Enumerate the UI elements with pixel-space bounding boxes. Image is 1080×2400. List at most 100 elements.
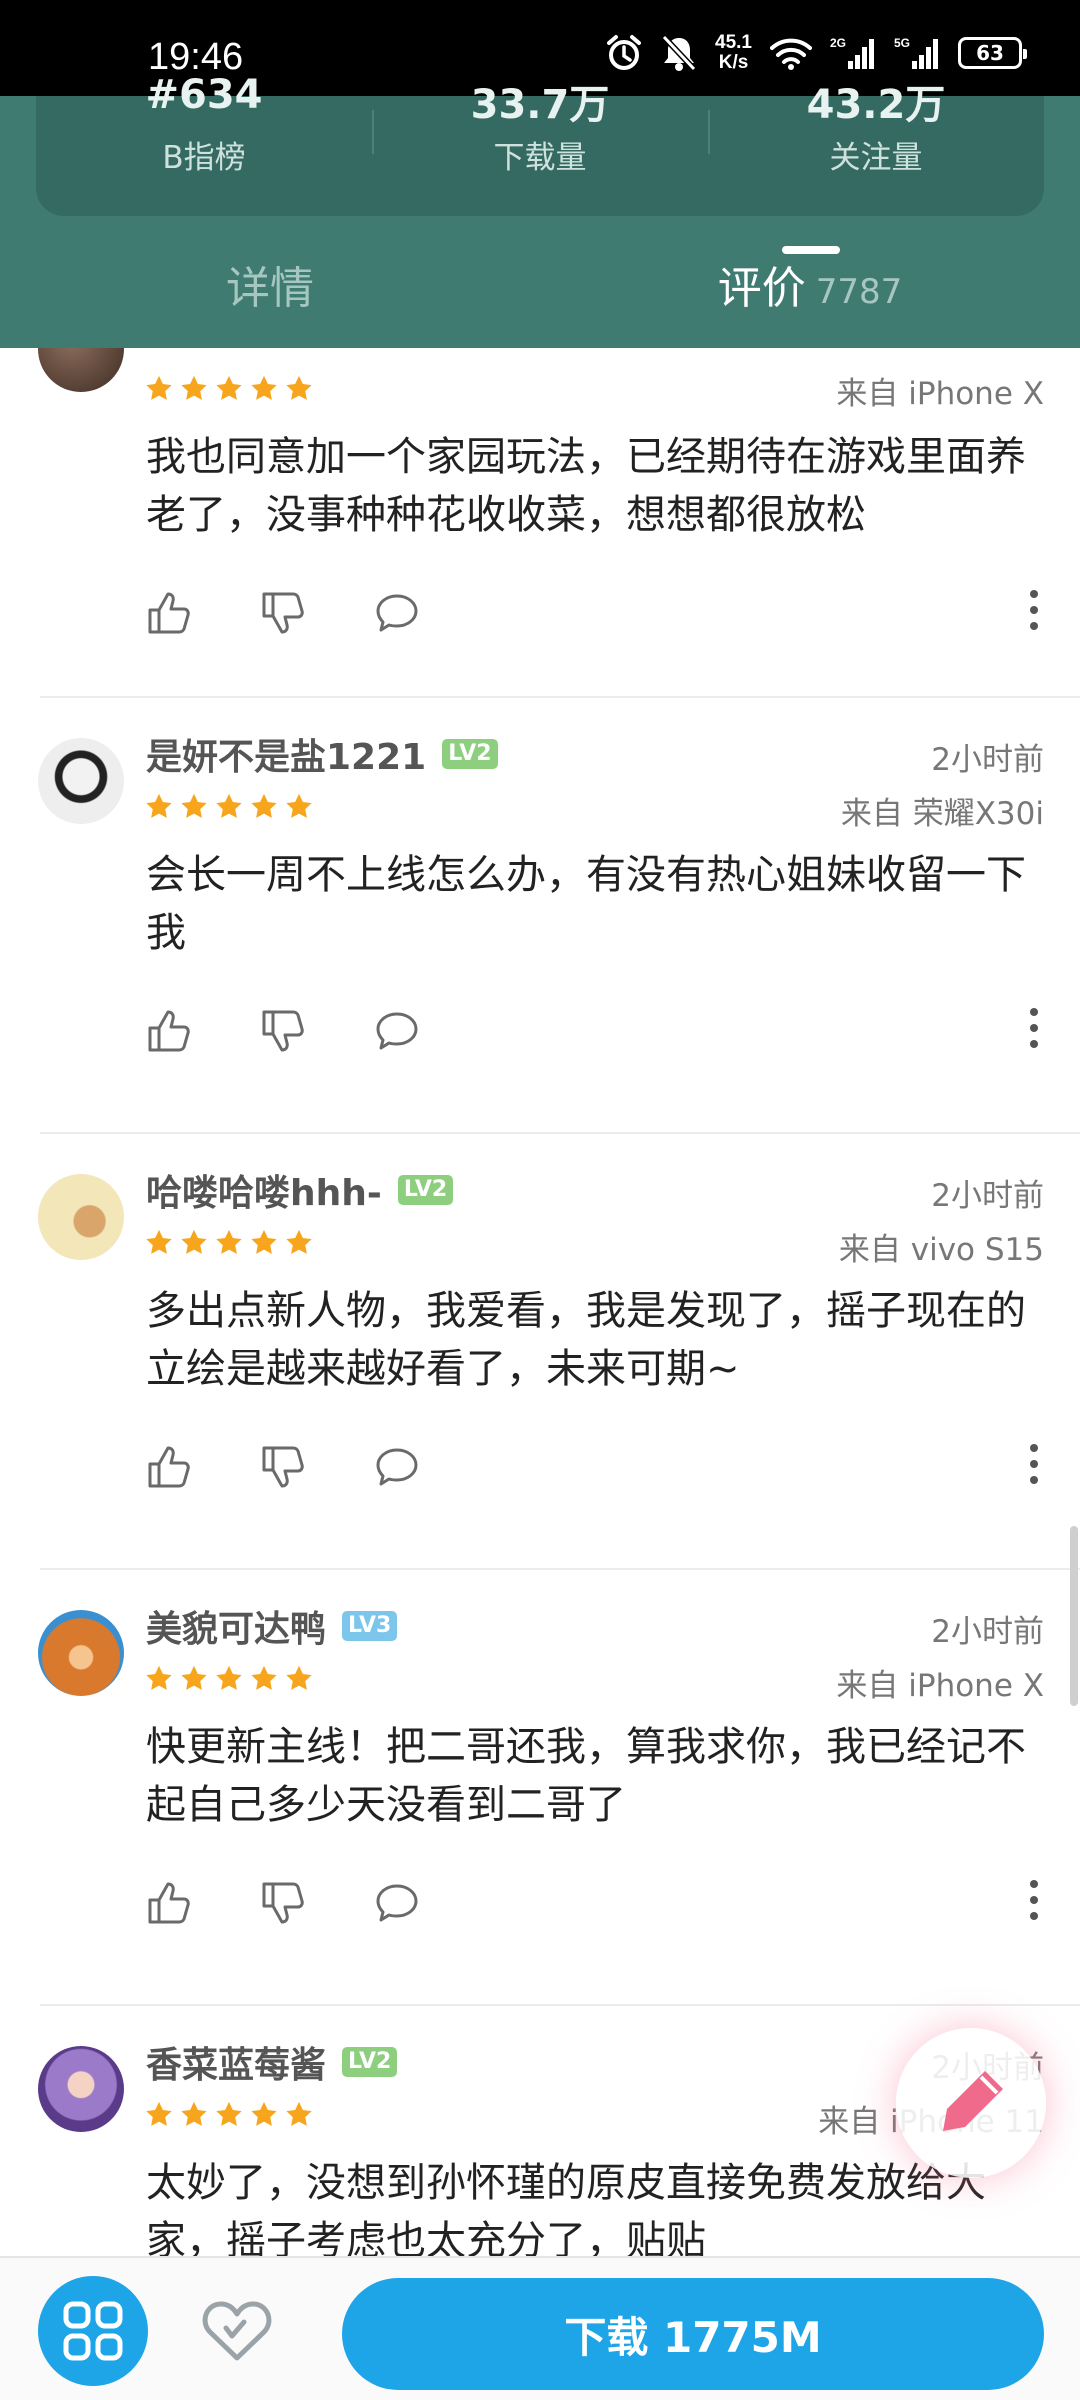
username-text: 是妍不是盐1221 xyxy=(146,737,427,778)
stat-label: 下载量 xyxy=(493,140,587,176)
thumb-up-icon[interactable] xyxy=(146,590,192,636)
tab-details-label: 详情 xyxy=(226,263,314,314)
stat-value: 33.7万 xyxy=(470,82,610,128)
stat-rank[interactable]: #634 B指榜 xyxy=(36,72,372,216)
stats-card: #634 B指榜 33.7万 下载量 43.2万 关注量 xyxy=(36,72,1044,216)
star-icon xyxy=(216,2101,242,2126)
review-actions xyxy=(146,1444,420,1490)
post-time: 2小时前 xyxy=(931,1614,1044,1650)
star-icon xyxy=(251,375,277,400)
star-icon xyxy=(251,2101,277,2126)
net-speed-unit: K/s xyxy=(718,52,749,73)
thumb-up-icon[interactable] xyxy=(146,1880,192,1926)
thumb-down-icon[interactable] xyxy=(260,1444,306,1490)
thumb-up-icon[interactable] xyxy=(146,1008,192,1054)
review-content[interactable]: 会长一周不上线怎么办，有没有热心姐妹收留一下我 xyxy=(146,846,1046,962)
tab-reviews-label: 评价 xyxy=(717,263,806,314)
write-review-button[interactable] xyxy=(896,2028,1046,2178)
grid-icon xyxy=(63,2301,123,2361)
edit-icon xyxy=(943,2071,1003,2131)
review-content[interactable]: 多出点新人物，我爱看，我是发现了，摇子现在的立绘是越来越好看了，未来可期~ xyxy=(146,1282,1046,1398)
download-button[interactable]: 下载 1775M xyxy=(342,2278,1044,2390)
more-icon[interactable] xyxy=(1030,1008,1038,1048)
avatar[interactable] xyxy=(38,2046,124,2132)
star-icon xyxy=(286,1665,312,1690)
app-header: #634 B指榜 33.7万 下载量 43.2万 关注量 详情 评价 7787 xyxy=(0,72,1080,348)
rating-stars xyxy=(144,1228,314,1258)
avatar[interactable] xyxy=(38,348,124,392)
signal-icon: 2G xyxy=(830,36,874,69)
signal-label-5g: 5G xyxy=(894,36,910,50)
rating-stars xyxy=(144,374,314,404)
star-icon xyxy=(181,375,207,400)
review-content[interactable]: 我也同意加一个家园玩法，已经期待在游戏里面养老了，没事种种花收收菜，想想都很放松 xyxy=(146,428,1046,544)
post-time: 2小时前 xyxy=(931,742,1044,778)
avatar[interactable] xyxy=(38,738,124,824)
star-icon xyxy=(286,793,312,818)
star-icon xyxy=(146,2101,172,2126)
username[interactable]: 是妍不是盐1221 LV2 xyxy=(146,728,498,780)
net-speed: 45.1 K/s xyxy=(715,33,752,73)
star-icon xyxy=(286,375,312,400)
comment-icon[interactable] xyxy=(374,1880,420,1926)
scrollbar[interactable] xyxy=(1070,1526,1078,1706)
level-badge: LV2 xyxy=(442,739,498,769)
stat-followers: 43.2万 关注量 xyxy=(708,82,1044,216)
comment-icon[interactable] xyxy=(374,590,420,636)
review-actions xyxy=(146,1008,420,1054)
tab-reviews[interactable]: 评价 7787 xyxy=(540,246,1080,346)
star-icon xyxy=(181,1665,207,1690)
stat-downloads: 33.7万 下载量 xyxy=(372,82,708,216)
level-badge: LV3 xyxy=(342,1611,398,1641)
star-icon xyxy=(251,1229,277,1254)
battery-icon: 63 xyxy=(958,37,1027,69)
more-icon[interactable] xyxy=(1030,1880,1038,1920)
level-badge: LV2 xyxy=(342,2047,398,2077)
star-icon xyxy=(146,1665,172,1690)
review-item: 是妍不是盐1221 LV2 2小时前 来自 荣耀X30i 会长一周不上线怎么办，… xyxy=(0,698,1080,1134)
star-icon xyxy=(181,2101,207,2126)
thumb-down-icon[interactable] xyxy=(260,590,306,636)
stat-label: B指榜 xyxy=(162,140,246,176)
tab-indicator xyxy=(782,246,840,254)
tab-details[interactable]: 详情 xyxy=(0,246,540,346)
avatar[interactable] xyxy=(38,1174,124,1260)
star-icon xyxy=(181,793,207,818)
review-list[interactable]: 来自 iPhone X 我也同意加一个家园玩法，已经期待在游戏里面养老了，没事种… xyxy=(0,348,1080,2256)
heart-icon[interactable] xyxy=(202,2298,272,2364)
comment-icon[interactable] xyxy=(374,1444,420,1490)
avatar[interactable] xyxy=(38,1610,124,1696)
more-icon[interactable] xyxy=(1030,590,1038,630)
review-content[interactable]: 快更新主线！把二哥还我，算我求你，我已经记不起自己多少天没看到二哥了 xyxy=(146,1718,1046,1834)
username[interactable]: 哈喽哈喽hhh- LV2 xyxy=(146,1164,454,1216)
review-content[interactable]: 太妙了，没想到孙怀瑾的原皮直接免费发放给大家，摇子考虑也太充分了，贴贴 xyxy=(146,2154,1046,2256)
star-icon xyxy=(216,375,242,400)
thumb-up-icon[interactable] xyxy=(146,1444,192,1490)
thumb-down-icon[interactable] xyxy=(260,1008,306,1054)
thumb-down-icon[interactable] xyxy=(260,1880,306,1926)
app-grid-button[interactable] xyxy=(38,2276,148,2386)
star-icon xyxy=(146,1229,172,1254)
mute-icon xyxy=(661,34,697,72)
tab-bar: 详情 评价 7787 xyxy=(0,246,1080,346)
battery-level: 63 xyxy=(976,41,1004,65)
tab-reviews-count: 7787 xyxy=(815,272,903,312)
stat-value: #634 xyxy=(145,72,263,118)
more-icon[interactable] xyxy=(1030,1444,1038,1484)
download-label: 下载 1775M xyxy=(564,2312,822,2362)
username[interactable]: 美貌可达鸭 LV3 xyxy=(146,1600,398,1652)
star-icon xyxy=(286,1229,312,1254)
signal-5g-icon: 5G xyxy=(894,36,938,69)
net-speed-value: 45.1 xyxy=(715,32,752,53)
username[interactable]: 香菜蓝莓酱 LV2 xyxy=(146,2036,398,2088)
star-icon xyxy=(146,375,172,400)
star-icon xyxy=(251,1665,277,1690)
status-icons: 45.1 K/s 2G 5G 63 xyxy=(605,30,1027,76)
comment-icon[interactable] xyxy=(374,1008,420,1054)
star-icon xyxy=(216,793,242,818)
review-actions xyxy=(146,590,420,636)
star-icon xyxy=(146,793,172,818)
alarm-icon xyxy=(607,35,642,70)
device-label: 来自 荣耀X30i xyxy=(840,796,1044,832)
star-icon xyxy=(251,793,277,818)
